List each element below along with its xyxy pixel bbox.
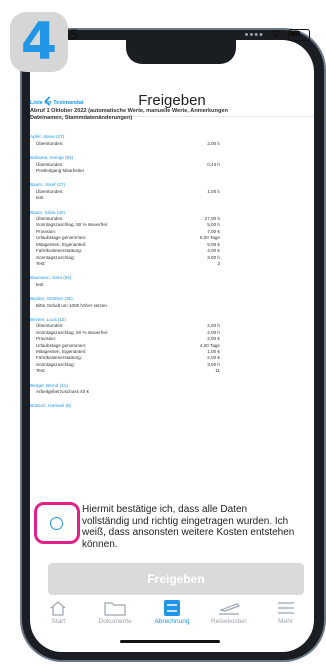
row-label: Test: [36, 260, 46, 266]
row-value: 2,00 h [207, 140, 220, 146]
row-value: 11 [215, 368, 220, 374]
employee-list: Apfel, Steve (27) Überstunden: 2,00 h Baham… [30, 134, 260, 409]
employee-block: Apfel, Steve (27) Überstunden: 2,00 h [30, 134, 260, 147]
confirm-checkbox-highlight[interactable] [34, 502, 80, 544]
row-label: Test: [36, 368, 46, 374]
step-badge: 4 [10, 12, 68, 72]
employee-block: Bahama, Svenja (55) Überstunden: 0,43 h Pos… [30, 155, 260, 174]
employee-name: Bratsch, Hannah (8) [30, 403, 72, 409]
doc-subtitle: Abruf 1 Oktober 2022 (automatische Werte… [30, 108, 228, 122]
row-value: 0,43 h [207, 161, 220, 167]
employee-block: Becker, Günther (35) Bitte Gehalt um 100€… [30, 296, 260, 309]
employee-block: Baumann, Sara (54) test [30, 275, 260, 288]
confirm-radio[interactable] [50, 517, 63, 530]
tab-reisekosten[interactable]: Reisekosten [201, 598, 257, 634]
doc-title: Liste für Testmandat [30, 100, 84, 106]
employee-block: Bratsch, Hannah (8) [30, 403, 260, 409]
row-value: 1,00 h [207, 188, 220, 194]
employee-note: test [36, 281, 44, 287]
plane-icon [201, 598, 257, 618]
home-icon [30, 598, 86, 618]
employee-block: Berger, Bernd (41) Arbeitgeberzuschuss 40… [30, 383, 260, 396]
tab-label: Abrechnung [154, 618, 190, 625]
employee-note: Postleitgang Mitarbeiter [36, 168, 85, 174]
tab-abrechnung[interactable]: Abrechnung [144, 598, 200, 634]
folder-icon [87, 598, 143, 618]
tab-label: Mehr [278, 618, 293, 625]
tab-label: Reisekosten [210, 618, 247, 625]
confirm-text: Hiermit bestätige ich, dass alle Daten v… [82, 504, 295, 550]
step-number: 4 [20, 12, 58, 72]
tab-dokumente[interactable]: Dokumente [87, 598, 143, 634]
employee-block: Baum, Silvia (30) Überstunden: 27,00 h Sonn… [30, 210, 260, 268]
freigeben-button[interactable]: Freigeben [48, 563, 304, 595]
accounting-icon [144, 598, 200, 618]
employee-block: Becker, Luca (12) Überstunden: 2,00 h Sonnt… [30, 317, 260, 375]
employee-note: Arbeitgeberzuschuss 40 € [36, 389, 90, 394]
tab-start[interactable]: Start [30, 598, 86, 634]
tab-mehr[interactable]: Mehr [258, 598, 314, 634]
tab-bar: Start Dokumente Abrechnung Reisekosten Mehr [30, 598, 314, 634]
employee-block: Baum, Josef (37) Überstunden: 1,00 h test [30, 182, 260, 201]
menu-icon [258, 598, 314, 618]
home-indicator [120, 640, 220, 643]
document-preview: Liste für Testmandat Abruf 1 Oktober 202… [30, 100, 260, 418]
employee-row: Test: 11 [30, 368, 260, 374]
employee-row: Überstunden: 2,00 h [30, 141, 260, 147]
tab-label: Start [51, 618, 66, 625]
row-value: 2 [217, 260, 220, 266]
tab-label: Dokumente [98, 618, 132, 625]
employee-note: Bitte Gehalt um 100€ höher setzen. [36, 302, 109, 308]
row-label: Überstunden: [36, 140, 64, 146]
employee-note: test [36, 195, 44, 201]
employee-row: Test: 2 [30, 261, 260, 267]
